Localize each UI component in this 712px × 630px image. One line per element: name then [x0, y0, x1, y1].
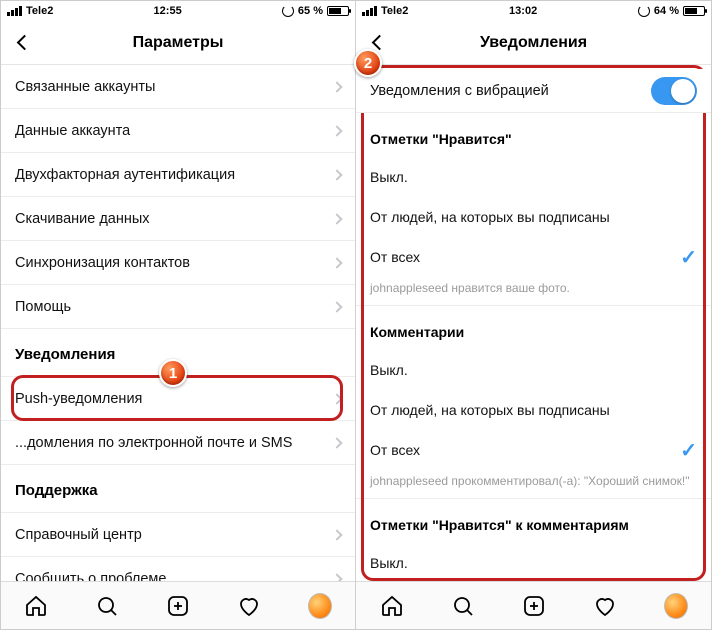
- tab-activity[interactable]: [593, 594, 617, 618]
- battery-label: 65 %: [298, 5, 323, 17]
- comments-opt-following[interactable]: От людей, на которых вы подписаны: [356, 390, 711, 430]
- row-label: Связанные аккаунты: [15, 79, 155, 95]
- loading-icon: [638, 5, 650, 17]
- tab-search[interactable]: [95, 594, 119, 618]
- chevron-right-icon: [331, 169, 342, 180]
- back-button[interactable]: [9, 21, 39, 64]
- check-icon: ✓: [680, 245, 697, 270]
- comments-opt-everyone[interactable]: От всех ✓: [356, 430, 711, 470]
- row-label: Синхронизация контактов: [15, 255, 190, 271]
- tab-bar: [356, 581, 711, 629]
- carrier-label: Tele2: [26, 5, 53, 17]
- nav-bar: Параметры: [1, 21, 355, 65]
- page-title: Параметры: [133, 34, 224, 52]
- chevron-right-icon: [331, 437, 342, 448]
- battery-icon: [327, 6, 349, 16]
- notifications-settings[interactable]: Уведомления с вибрацией Отметки "Нравитс…: [356, 65, 711, 581]
- group-likes: Отметки "Нравится": [356, 113, 711, 157]
- signal-icon: [362, 6, 377, 16]
- comments-opt-off[interactable]: Выкл.: [356, 350, 711, 390]
- row-vibrate: Уведомления с вибрацией: [356, 69, 711, 113]
- likes-opt-off[interactable]: Выкл.: [356, 157, 711, 197]
- row-linked-accounts[interactable]: Связанные аккаунты: [1, 65, 355, 109]
- carrier-label: Tele2: [381, 5, 408, 17]
- tab-add[interactable]: [166, 594, 190, 618]
- likes-opt-everyone[interactable]: От всех ✓: [356, 237, 711, 277]
- loading-icon: [282, 5, 294, 17]
- option-label: Выкл.: [370, 362, 408, 378]
- annotation-badge-1: 1: [159, 359, 187, 387]
- likes-hint: johnappleseed нравится ваше фото.: [356, 277, 711, 306]
- option-label: От людей, на которых вы подписаны: [370, 402, 610, 418]
- row-sync-contacts[interactable]: Синхронизация контактов: [1, 241, 355, 285]
- chevron-right-icon: [331, 81, 342, 92]
- chevron-right-icon: [331, 213, 342, 224]
- battery-label: 64 %: [654, 5, 679, 17]
- chevron-right-icon: [331, 529, 342, 540]
- page-title: Уведомления: [480, 34, 587, 52]
- status-bar: Tele2 13:02 64 %: [356, 1, 711, 21]
- battery-icon: [683, 6, 705, 16]
- annotation-badge-2: 2: [354, 49, 382, 77]
- row-label: Данные аккаунта: [15, 123, 130, 139]
- chevron-left-icon: [16, 35, 32, 51]
- settings-list[interactable]: Связанные аккаунты Данные аккаунта Двухф…: [1, 65, 355, 581]
- row-help[interactable]: Помощь: [1, 285, 355, 329]
- vibrate-toggle[interactable]: [651, 77, 697, 105]
- row-label: Push-уведомления: [15, 391, 142, 407]
- tab-search[interactable]: [451, 594, 475, 618]
- row-label: Скачивание данных: [15, 211, 150, 227]
- option-label: От всех: [370, 249, 420, 265]
- tab-home[interactable]: [24, 594, 48, 618]
- check-icon: ✓: [680, 438, 697, 463]
- row-label: Двухфакторная аутентификация: [15, 167, 235, 183]
- chevron-right-icon: [331, 257, 342, 268]
- option-label: От всех: [370, 442, 420, 458]
- row-label: ...домления по электронной почте и SMS: [15, 435, 292, 451]
- option-label: Выкл.: [370, 169, 408, 185]
- clock: 12:55: [154, 5, 182, 17]
- row-email-sms[interactable]: ...домления по электронной почте и SMS: [1, 421, 355, 465]
- chevron-right-icon: [331, 393, 342, 404]
- row-help-center[interactable]: Справочный центр: [1, 513, 355, 557]
- option-label: Выкл.: [370, 555, 408, 571]
- tab-profile[interactable]: [664, 594, 688, 618]
- row-label: Сообщить о проблеме: [15, 571, 166, 582]
- row-label: Уведомления с вибрацией: [370, 83, 549, 99]
- chevron-right-icon: [331, 573, 342, 581]
- signal-icon: [7, 6, 22, 16]
- avatar-icon: [308, 593, 332, 619]
- tab-activity[interactable]: [237, 594, 261, 618]
- row-report-problem[interactable]: Сообщить о проблеме: [1, 557, 355, 581]
- left-phone: Tele2 12:55 65 % Параметры Связанные акк…: [1, 1, 356, 629]
- row-label: Помощь: [15, 299, 71, 315]
- tab-bar: [1, 581, 355, 629]
- row-two-factor[interactable]: Двухфакторная аутентификация: [1, 153, 355, 197]
- right-phone: Tele2 13:02 64 % Уведомления Уведомления…: [356, 1, 711, 629]
- option-label: От людей, на которых вы подписаны: [370, 209, 610, 225]
- likes-opt-following[interactable]: От людей, на которых вы подписаны: [356, 197, 711, 237]
- comments-hint: johnappleseed прокомментировал(-а): "Хор…: [356, 470, 711, 499]
- group-comment-likes: Отметки "Нравится" к комментариям: [356, 499, 711, 543]
- tab-add[interactable]: [522, 594, 546, 618]
- comment-likes-opt-off[interactable]: Выкл.: [356, 543, 711, 581]
- row-download-data[interactable]: Скачивание данных: [1, 197, 355, 241]
- chevron-right-icon: [331, 301, 342, 312]
- tab-home[interactable]: [380, 594, 404, 618]
- group-comments: Комментарии: [356, 306, 711, 350]
- tab-profile[interactable]: [308, 594, 332, 618]
- clock: 13:02: [509, 5, 537, 17]
- chevron-right-icon: [331, 125, 342, 136]
- avatar-icon: [664, 593, 688, 619]
- section-support: Поддержка: [1, 469, 355, 513]
- row-account-data[interactable]: Данные аккаунта: [1, 109, 355, 153]
- status-bar: Tele2 12:55 65 %: [1, 1, 355, 21]
- row-label: Справочный центр: [15, 527, 142, 543]
- nav-bar: Уведомления: [356, 21, 711, 65]
- chevron-left-icon: [371, 35, 387, 51]
